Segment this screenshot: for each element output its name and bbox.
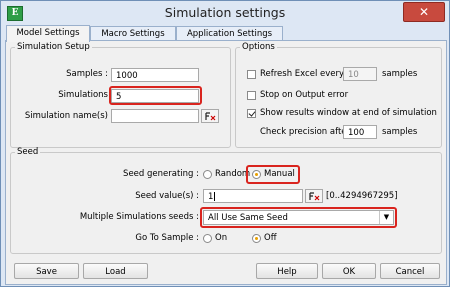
stop-on-error-checkbox[interactable] xyxy=(247,91,256,100)
cancel-button[interactable]: Cancel xyxy=(380,263,440,279)
stop-on-error-label: Stop on Output error xyxy=(260,90,349,100)
simulation-names-input[interactable] xyxy=(111,109,199,123)
chevron-down-icon[interactable]: ▼ xyxy=(379,211,393,224)
show-results-checkbox[interactable] xyxy=(247,109,256,118)
simulation-settings-window: E Simulation settings ✕ Model Settings M… xyxy=(0,0,450,287)
go-to-sample-off-radio[interactable] xyxy=(252,234,261,243)
seed-random-label: Random xyxy=(215,169,251,179)
go-to-sample-off-label: Off xyxy=(264,233,277,243)
function-picker-icon xyxy=(309,192,320,201)
tab-macro-settings[interactable]: Macro Settings xyxy=(90,26,176,41)
seed-value-picker-button[interactable] xyxy=(305,189,323,203)
seed-legend: Seed xyxy=(17,147,39,157)
go-to-sample-on-radio[interactable] xyxy=(203,234,212,243)
tab-content-panel: Simulation Setup Samples : 1000 Simulati… xyxy=(5,40,447,285)
close-icon: ✕ xyxy=(418,5,430,19)
title-bar[interactable]: E Simulation settings ✕ xyxy=(1,1,449,26)
multiple-seeds-label: Multiple Simulations seeds : xyxy=(79,212,199,222)
seed-value-input[interactable]: 1 xyxy=(203,189,303,203)
refresh-unit-label: samples xyxy=(382,69,418,79)
check-precision-label: Check precision after xyxy=(260,127,351,137)
seed-value-text: 1 xyxy=(208,192,214,202)
go-to-sample-on-label: On xyxy=(215,233,228,243)
text-cursor xyxy=(214,192,216,201)
simulations-label: Simulations xyxy=(58,90,108,100)
load-button[interactable]: Load xyxy=(83,263,148,279)
tab-application-settings[interactable]: Application Settings xyxy=(176,26,283,41)
window-title: Simulation settings xyxy=(164,5,286,20)
simulation-names-label: Simulation name(s) xyxy=(24,111,108,121)
seed-manual-radio[interactable] xyxy=(252,170,261,179)
refresh-excel-checkbox[interactable] xyxy=(247,70,256,79)
simulation-setup-legend: Simulation Setup xyxy=(17,42,90,52)
seed-range-hint: [0..4294967295] xyxy=(326,191,398,201)
ok-button[interactable]: OK xyxy=(322,263,376,279)
refresh-interval-input[interactable]: 10 xyxy=(343,67,377,81)
check-precision-unit-label: samples xyxy=(382,127,418,137)
refresh-excel-label: Refresh Excel every xyxy=(260,69,345,79)
help-button[interactable]: Help xyxy=(256,263,318,279)
options-legend: Options xyxy=(242,42,275,52)
seed-random-radio[interactable] xyxy=(203,170,212,179)
multiple-seeds-value: All Use Same Seed xyxy=(208,213,288,223)
seed-generating-label: Seed generating : xyxy=(123,169,199,179)
show-results-label: Show results window at end of simulation xyxy=(260,108,437,118)
close-button[interactable]: ✕ xyxy=(403,2,445,22)
function-picker-icon xyxy=(205,112,216,121)
seed-manual-label: Manual xyxy=(264,169,295,179)
samples-input[interactable]: 1000 xyxy=(111,68,199,82)
check-precision-input[interactable]: 100 xyxy=(343,125,377,139)
save-button[interactable]: Save xyxy=(14,263,79,279)
multiple-seeds-select[interactable]: All Use Same Seed ▼ xyxy=(203,210,394,225)
tab-model-settings[interactable]: Model Settings xyxy=(6,25,90,42)
seed-value-label: Seed value(s) : xyxy=(135,191,199,201)
samples-label: Samples : xyxy=(66,69,108,79)
simulation-names-picker-button[interactable] xyxy=(201,109,219,123)
go-to-sample-label: Go To Sample : xyxy=(135,233,199,243)
simulations-input[interactable]: 5 xyxy=(111,89,199,103)
